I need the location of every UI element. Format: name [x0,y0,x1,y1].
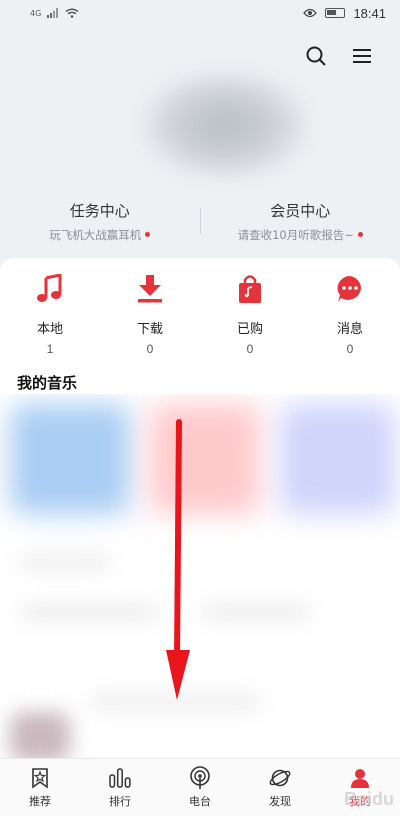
blurred-content-area [0,394,400,758]
blurred-cover[interactable] [10,404,130,514]
top-actions [304,44,374,68]
shopping-bag-icon [233,272,267,306]
vip-center-sub-text: 请查收10月听歌报告~ [237,227,354,242]
quick-label-messages: 消息 [336,322,363,337]
eye-icon [303,8,318,18]
vip-center-subtitle: 请查收10月听歌报告~ [238,227,363,243]
quick-label-purchased: 已购 [236,322,263,337]
my-music-card: 本地 1 下载 0 已购 0 消息 0 我的音乐 [0,258,400,758]
quick-item-purchased[interactable]: 已购 0 [200,272,300,356]
center-row: 任务中心 玩飞机大战赢耳机 会员中心 请查收10月听歌报告~ [0,196,400,246]
arrow-down-icon [166,419,190,700]
nav-item-rank[interactable]: 排行 [80,759,160,816]
nav-label-radio: 电台 [189,795,211,808]
battery-icon [325,8,346,18]
quick-label-local: 本地 [36,322,63,337]
nav-label-recommend: 推荐 [29,795,51,808]
star-bookmark-icon [28,766,52,790]
notification-dot [145,232,151,237]
quick-item-local[interactable]: 本地 1 [0,272,100,356]
blurred-text [20,554,110,570]
profile-avatar-blurred[interactable] [140,70,310,180]
blurred-text [20,604,160,620]
vip-center[interactable]: 会员中心 请查收10月听歌报告~ [201,200,400,243]
network-label: 4G [30,8,42,18]
user-icon [348,766,372,790]
planet-icon [268,766,292,790]
blurred-cover[interactable] [280,404,395,514]
message-icon [333,272,367,306]
task-center-sub-text: 玩飞机大战赢耳机 [49,227,142,242]
nav-label-discover: 发现 [269,795,291,808]
my-music-title: 我的音乐 [17,374,78,392]
nav-item-recommend[interactable]: 推荐 [0,759,80,816]
quick-item-messages[interactable]: 消息 0 [300,272,400,356]
quick-access-row: 本地 1 下载 0 已购 0 消息 0 [0,272,400,356]
nav-label-rank: 排行 [109,795,131,808]
radio-icon [188,766,212,790]
signal-icon [47,8,59,18]
nav-item-radio[interactable]: 电台 [160,759,240,816]
status-left: 4G [30,8,79,18]
search-button[interactable] [304,44,328,68]
task-center[interactable]: 任务中心 玩飞机大战赢耳机 [0,200,200,243]
quick-label-download: 下载 [136,322,163,337]
menu-button[interactable] [350,44,374,68]
status-bar: 4G 18:41 [0,0,400,26]
nav-item-discover[interactable]: 发现 [240,759,320,816]
quick-count-purchased: 0 [246,342,254,356]
quick-count-local: 1 [46,342,54,356]
search-icon [306,46,326,66]
quick-count-messages: 0 [346,342,354,356]
status-time: 18:41 [353,5,386,21]
wifi-icon [65,8,79,18]
task-center-title: 任务中心 [69,201,130,220]
baidu-watermark: Baidu [343,789,394,809]
menu-icon [353,49,371,63]
bottom-nav: 推荐 排行 电台 发现 我的 [0,758,400,816]
quick-count-download: 0 [146,342,154,356]
notification-dot [357,232,363,237]
bars-icon [108,766,132,790]
download-icon [133,272,167,306]
status-right: 18:41 [303,6,386,21]
vip-center-title: 会员中心 [270,201,331,220]
blurred-text [200,604,310,620]
blurred-thumbnail[interactable] [10,712,70,758]
music-note-icon [33,272,67,306]
task-center-subtitle: 玩飞机大战赢耳机 [49,227,151,243]
quick-item-download[interactable]: 下载 0 [100,272,200,356]
